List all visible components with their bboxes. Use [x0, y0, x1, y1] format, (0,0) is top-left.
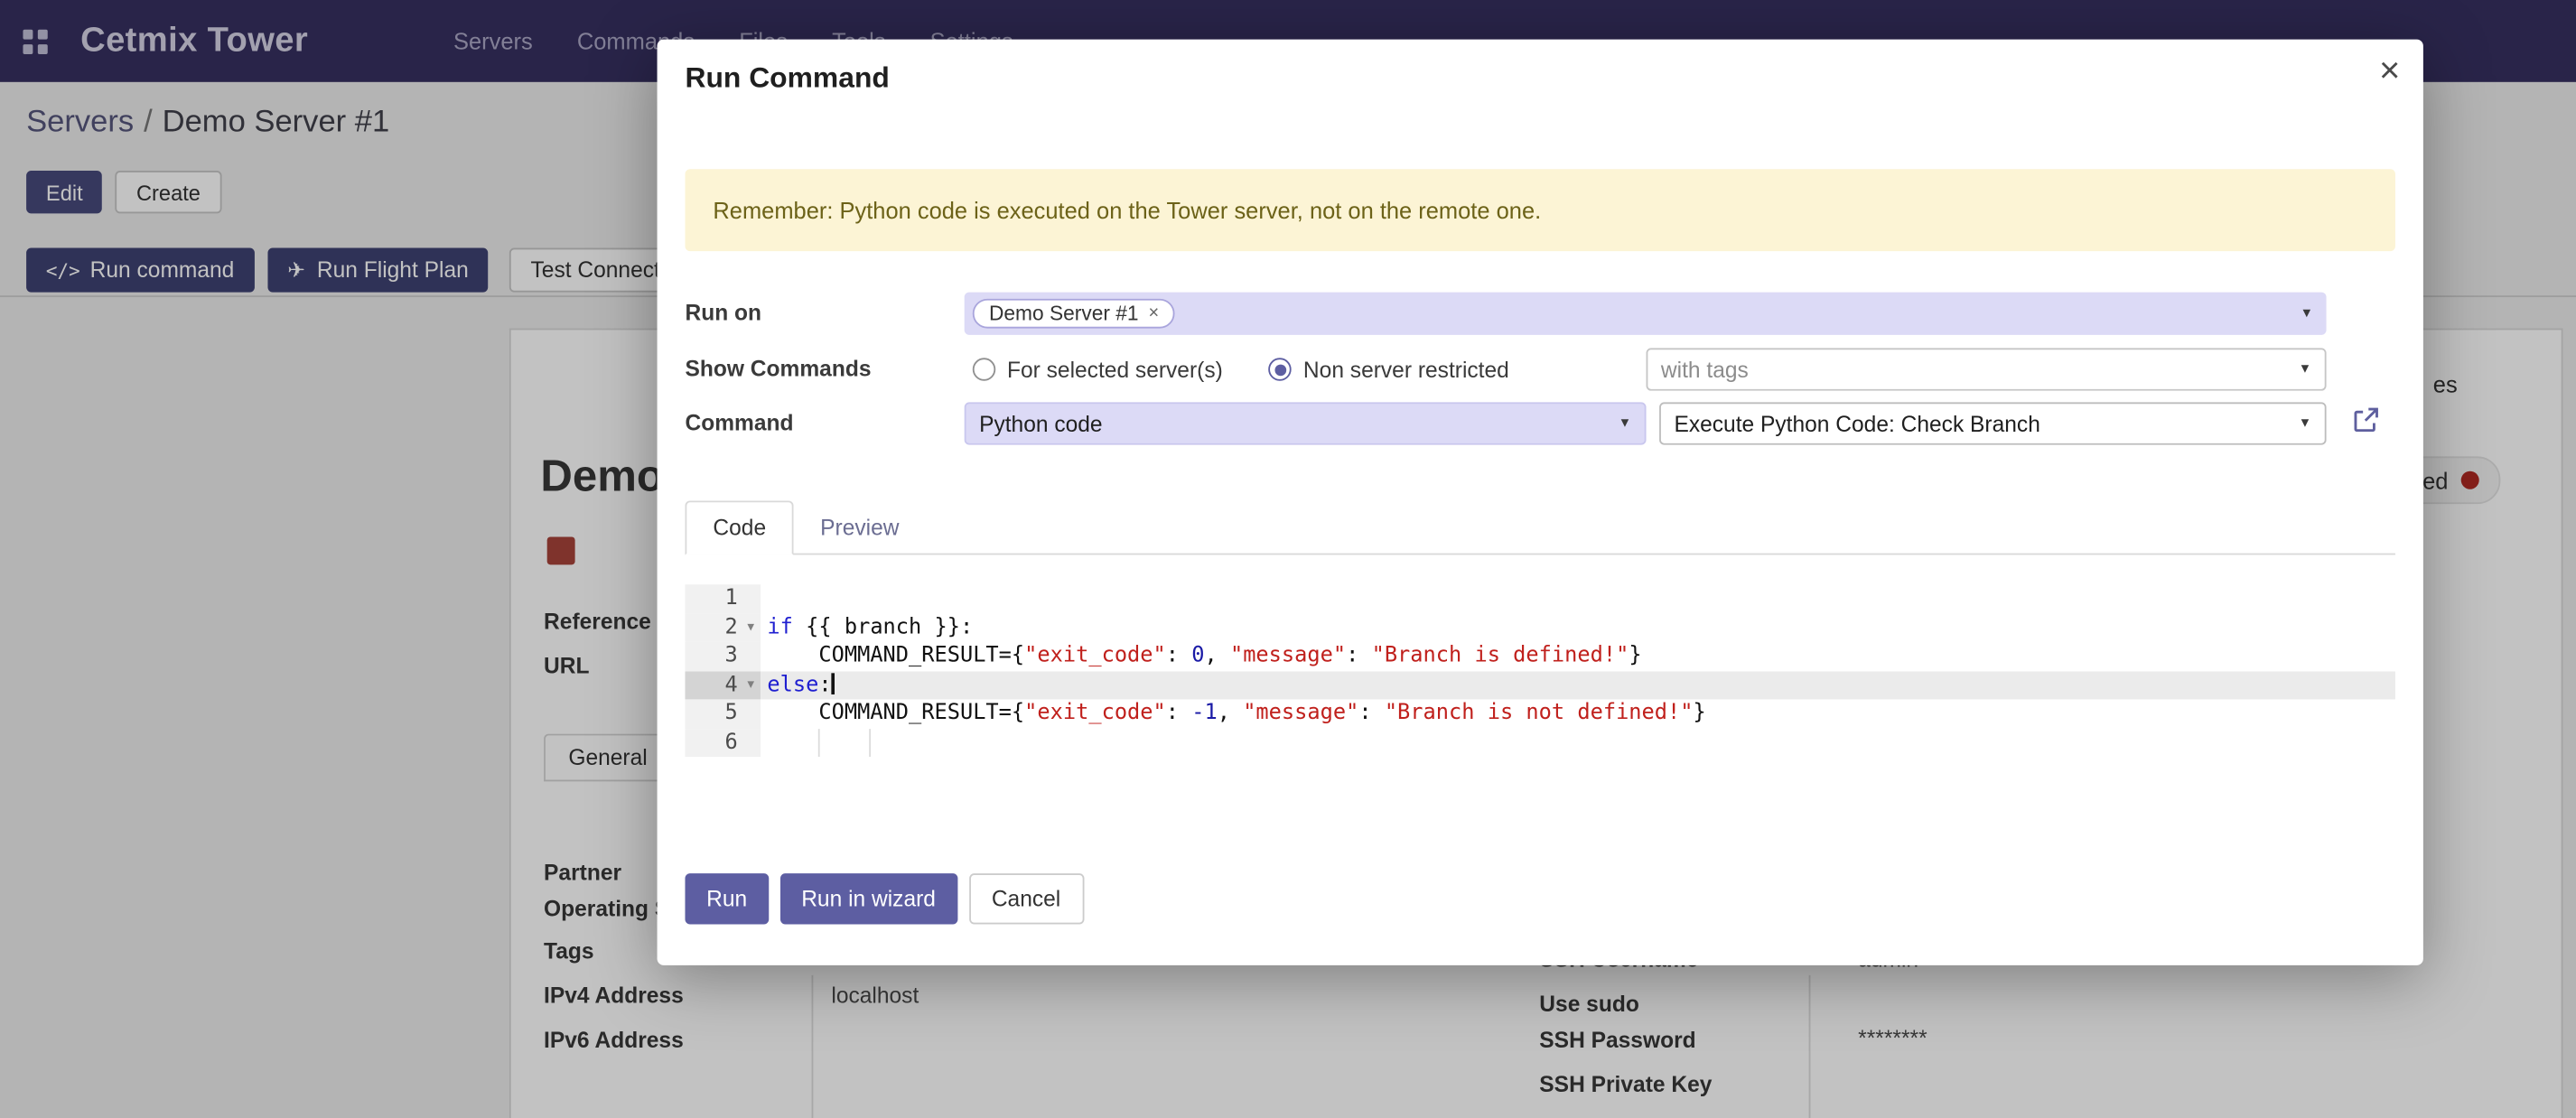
editor-line-4[interactable]: 4▼else:	[685, 671, 2394, 700]
code-line-text[interactable]: COMMAND_RESULT={"exit_code": -1, "messag…	[761, 699, 2395, 728]
editor-line-1[interactable]: 1	[685, 584, 2394, 613]
command-type-select[interactable]: Python code ▼	[965, 402, 1647, 444]
command-type-value: Python code	[966, 411, 1103, 435]
code-line-text[interactable]: if {{ branch }}:	[761, 613, 2395, 642]
line-number: 3	[685, 642, 761, 671]
radio-non-server-restricted[interactable]	[1269, 358, 1292, 380]
close-icon[interactable]: ×	[2379, 50, 2400, 92]
server-tag-label: Demo Server #1	[989, 302, 1139, 324]
cancel-button[interactable]: Cancel	[968, 873, 1083, 924]
caret-down-icon: ▼	[2299, 363, 2311, 377]
line-number: 4▼	[685, 671, 761, 700]
modal-footer: Run Run in wizard Cancel	[685, 873, 1083, 924]
code-line-text[interactable]: COMMAND_RESULT={"exit_code": 0, "message…	[761, 642, 2395, 671]
editor-line-6[interactable]: 6	[685, 728, 2394, 757]
radio-non-server-restricted-label[interactable]: Non server restricted	[1303, 357, 1509, 381]
with-tags-placeholder: with tags	[1647, 357, 1748, 381]
remove-tag-icon[interactable]: ×	[1148, 304, 1159, 322]
editor-line-2[interactable]: 2▼if {{ branch }}:	[685, 613, 2394, 642]
caret-down-icon: ▼	[2299, 417, 2311, 431]
show-commands-radios: For selected server(s) Non server restri…	[965, 348, 1555, 390]
warning-text: Remember: Python code is executed on the…	[713, 197, 1541, 223]
line-number: 5	[685, 699, 761, 728]
line-number: 1	[685, 584, 761, 613]
radio-for-selected-servers[interactable]	[973, 358, 995, 380]
code-line-text[interactable]	[761, 728, 2395, 757]
tab-preview[interactable]: Preview	[794, 500, 926, 553]
caret-down-icon: ▼	[1619, 417, 1631, 431]
code-line-text[interactable]	[761, 584, 2395, 613]
screen: Cetmix Tower Servers Commands Files Tool…	[0, 0, 2576, 1118]
command-label: Command	[685, 410, 793, 434]
editor-line-5[interactable]: 5 COMMAND_RESULT={"exit_code": -1, "mess…	[685, 699, 2394, 728]
run-command-modal: Run Command × Remember: Python code is e…	[658, 40, 2423, 965]
command-select[interactable]: Execute Python Code: Check Branch ▼	[1659, 402, 2326, 444]
fold-arrow-icon[interactable]: ▼	[741, 671, 761, 700]
run-button[interactable]: Run	[685, 873, 768, 924]
editor-line-3[interactable]: 3 COMMAND_RESULT={"exit_code": 0, "messa…	[685, 642, 2394, 671]
text-cursor	[832, 672, 835, 694]
external-link-icon[interactable]	[2351, 405, 2381, 443]
line-number: 6	[685, 728, 761, 757]
tab-code[interactable]: Code	[685, 500, 794, 554]
modal-title: Run Command	[685, 61, 889, 95]
warning-banner: Remember: Python code is executed on the…	[685, 169, 2394, 251]
show-commands-label: Show Commands	[685, 356, 871, 380]
run-on-select[interactable]: Demo Server #1 × ▼	[965, 293, 2327, 335]
with-tags-select[interactable]: with tags ▼	[1647, 348, 2327, 390]
code-editor[interactable]: 12▼if {{ branch }}:3 COMMAND_RESULT={"ex…	[685, 584, 2394, 757]
radio-for-selected-servers-label[interactable]: For selected server(s)	[1007, 357, 1223, 381]
run-in-wizard-button[interactable]: Run in wizard	[780, 873, 957, 924]
run-on-label: Run on	[685, 301, 761, 325]
line-number: 2▼	[685, 613, 761, 642]
modal-tabs: Code Preview	[685, 500, 2394, 554]
fold-arrow-icon[interactable]: ▼	[741, 613, 761, 642]
code-line-text[interactable]: else:	[761, 671, 2395, 700]
server-tag[interactable]: Demo Server #1 ×	[973, 299, 1176, 329]
command-value: Execute Python Code: Check Branch	[1661, 411, 2040, 435]
caret-down-icon: ▼	[2301, 307, 2313, 321]
